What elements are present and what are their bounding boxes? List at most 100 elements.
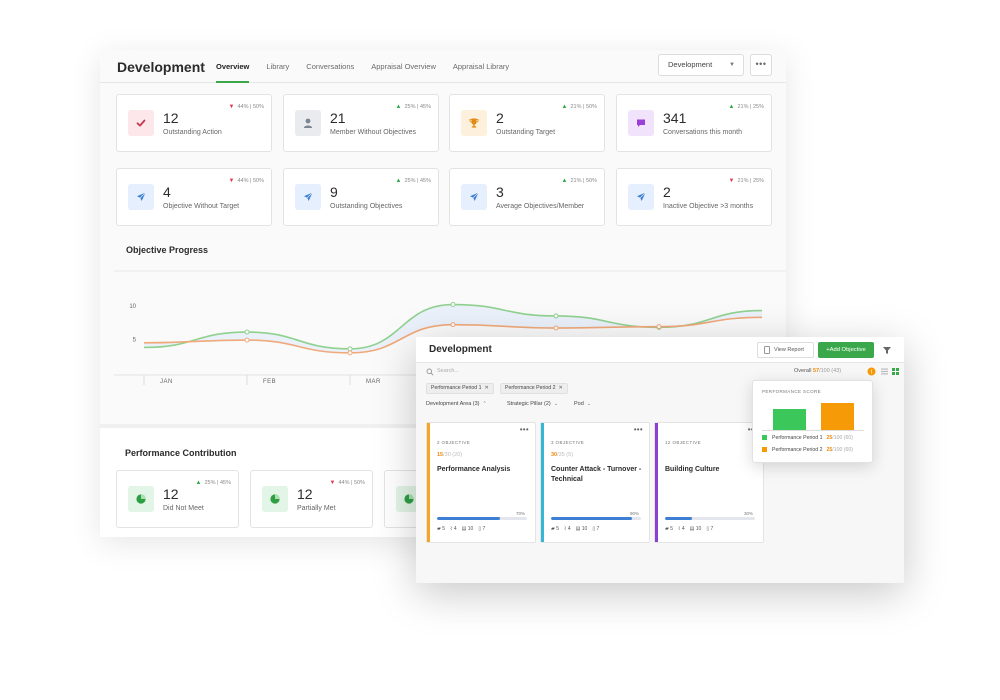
- more-options-button[interactable]: •••: [750, 54, 772, 76]
- stat-label: Member Without Objectives: [330, 129, 416, 136]
- dashboard-header: Development Overview Library Conversatio…: [100, 50, 786, 83]
- info-icon[interactable]: !: [867, 367, 876, 376]
- tab-overview[interactable]: Overview: [216, 50, 250, 83]
- filter-pod[interactable]: Pod ⌄: [574, 401, 591, 407]
- view-report-button[interactable]: View Report: [757, 342, 814, 358]
- chat-icon: [628, 110, 654, 136]
- stat-card[interactable]: 2 Inactive Objective >3 months ▼ 21% | 25%: [616, 168, 772, 226]
- legend-swatch: [762, 447, 767, 452]
- more-options-icon[interactable]: •••: [520, 425, 529, 434]
- tab-bar: Overview Library Conversations Appraisal…: [216, 50, 509, 83]
- meta-count: 7: [710, 526, 714, 532]
- objective-count: 2 OBJECTIVE: [437, 440, 471, 445]
- chip-label: Performance Period 2: [505, 385, 556, 391]
- rocket-icon: [128, 184, 154, 210]
- stat-value: 2: [663, 184, 671, 200]
- more-options-icon[interactable]: •••: [634, 425, 643, 434]
- view-report-label: View Report: [774, 347, 804, 353]
- stat-label: Average Objectives/Member: [496, 203, 585, 210]
- progress-fill: [437, 517, 500, 520]
- performance-card[interactable]: 12 Did Not Meet ▲ 25% | 45%: [116, 470, 239, 528]
- series-1-point: [244, 329, 250, 335]
- close-icon[interactable]: ✕: [558, 385, 562, 391]
- grid-view-icon[interactable]: [892, 368, 899, 375]
- rocket-icon: [295, 184, 321, 210]
- performance-contribution-title: Performance Contribution: [125, 448, 237, 458]
- stat-trend: ▼ 21% | 25%: [729, 178, 764, 184]
- stat-value: 4: [163, 184, 171, 200]
- stat-value: 9: [330, 184, 338, 200]
- stat-value: 12: [163, 110, 179, 126]
- trend-up-icon: ▲: [728, 104, 735, 110]
- close-icon[interactable]: ✕: [484, 385, 488, 391]
- stat-card[interactable]: 3 Average Objectives/Member ▲ 21% | 50%: [449, 168, 605, 226]
- tab-conversations[interactable]: Conversations: [306, 50, 354, 83]
- pie-icon: [128, 486, 154, 512]
- add-objective-button[interactable]: +Add Objective: [818, 342, 874, 358]
- stat-label: Did Not Meet: [163, 505, 204, 512]
- stat-card[interactable]: 21 Member Without Objectives ▲ 25% | 45%: [283, 94, 439, 152]
- objective-name: Performance Analysis: [437, 466, 511, 473]
- target-icon: ▤ 10: [461, 526, 474, 532]
- filter-strategic-pillar[interactable]: Strategic Pillar (2) ⌄: [507, 401, 558, 407]
- stat-card[interactable]: 4 Objective Without Target ▼ 44% | 50%: [116, 168, 272, 226]
- card-accent-bar: [541, 423, 544, 542]
- progress-bar: [551, 517, 641, 520]
- overall-score-sub: /100 (43): [819, 368, 842, 374]
- progress-bar: [665, 517, 755, 520]
- objective-progress-title: Objective Progress: [126, 245, 209, 255]
- search-input[interactable]: Search...: [437, 368, 459, 374]
- y-tick-label: 10: [129, 304, 136, 310]
- stat-card[interactable]: 9 Outstanding Objectives ▲ 25% | 45%: [283, 168, 439, 226]
- objective-meta: ▰ 5 ⌇ 4 ▤ 10 ▯ 7: [551, 526, 604, 532]
- series-2-point: [347, 350, 353, 356]
- tab-library[interactable]: Library: [266, 50, 289, 83]
- stat-label: Outstanding Objectives: [330, 203, 403, 210]
- chip-performance-period-1[interactable]: Performance Period 1 ✕: [426, 383, 494, 394]
- stat-card[interactable]: 2 Outstanding Target ▲ 21% | 50%: [449, 94, 605, 152]
- rocket-icon: [628, 184, 654, 210]
- legend-performance-period-1: Performance Period 1 25/100 (60): [762, 435, 853, 441]
- stat-value: 12: [163, 486, 179, 502]
- stat-trend: ▲ 21% | 25%: [729, 104, 764, 110]
- card-accent-bar: [427, 423, 430, 542]
- trend-down-icon: ▼: [228, 178, 235, 184]
- series-1-point: [347, 346, 353, 352]
- chip-performance-period-2[interactable]: Performance Period 2 ✕: [500, 383, 568, 394]
- task-icon: ▯ 7: [706, 526, 714, 532]
- progress-bar: [437, 517, 527, 520]
- chevron-down-icon: ⌄: [586, 401, 591, 407]
- objective-card[interactable]: ••• 3 OBJECTIVE 30/35 (5) Counter Attack - …: [540, 422, 650, 543]
- objective-count: 3 OBJECTIVE: [551, 440, 585, 445]
- filter-development-area[interactable]: Development Area (3) ⌃: [426, 401, 487, 407]
- series-1-point: [450, 302, 456, 308]
- stat-card[interactable]: 12 Outstanding Action ▼ 44% | 50%: [116, 94, 272, 152]
- attachment-icon: ⌇ 4: [678, 526, 685, 532]
- comment-icon: ▰ 5: [437, 526, 446, 532]
- document-icon: [764, 346, 770, 354]
- stat-card[interactable]: 341 Conversations this month ▲ 21% | 25%: [616, 94, 772, 152]
- trend-value: 25% | 45%: [204, 480, 231, 486]
- stat-trend: ▼ 44% | 50%: [229, 178, 264, 184]
- tab-appraisal-overview[interactable]: Appraisal Overview: [371, 50, 436, 83]
- series-2-point: [450, 322, 456, 328]
- performance-card[interactable]: 12 Partially Met ▼ 44% | 50%: [250, 470, 373, 528]
- performance-score-bar: [821, 403, 854, 430]
- card-accent-bar: [655, 423, 658, 542]
- objective-card[interactable]: ••• 2 OBJECTIVE 15/30 (20) Performance Anal…: [426, 422, 536, 543]
- trend-up-icon: ▲: [395, 178, 402, 184]
- score-sub: /30 (20): [443, 452, 463, 458]
- popover-title: PERFORMANCE SCORE: [762, 389, 822, 394]
- list-view-icon[interactable]: [881, 368, 888, 375]
- team-dropdown[interactable]: Development ▼: [658, 54, 744, 76]
- target-icon: ▤ 10: [575, 526, 588, 532]
- chip-label: Performance Period 1: [431, 385, 482, 391]
- tab-appraisal-library[interactable]: Appraisal Library: [453, 50, 509, 83]
- filter-icon[interactable]: [880, 343, 894, 357]
- stat-label: Outstanding Action: [163, 129, 222, 136]
- objective-count: 12 OBJECTIVE: [665, 440, 702, 445]
- meta-count: 4: [681, 526, 685, 532]
- objective-card[interactable]: •••12 OBJECTIVEBuilding Culture30%▰ 5⌇ 4…: [654, 422, 764, 543]
- trend-value: 21% | 50%: [570, 178, 597, 184]
- stat-label: Inactive Objective >3 months: [663, 203, 754, 210]
